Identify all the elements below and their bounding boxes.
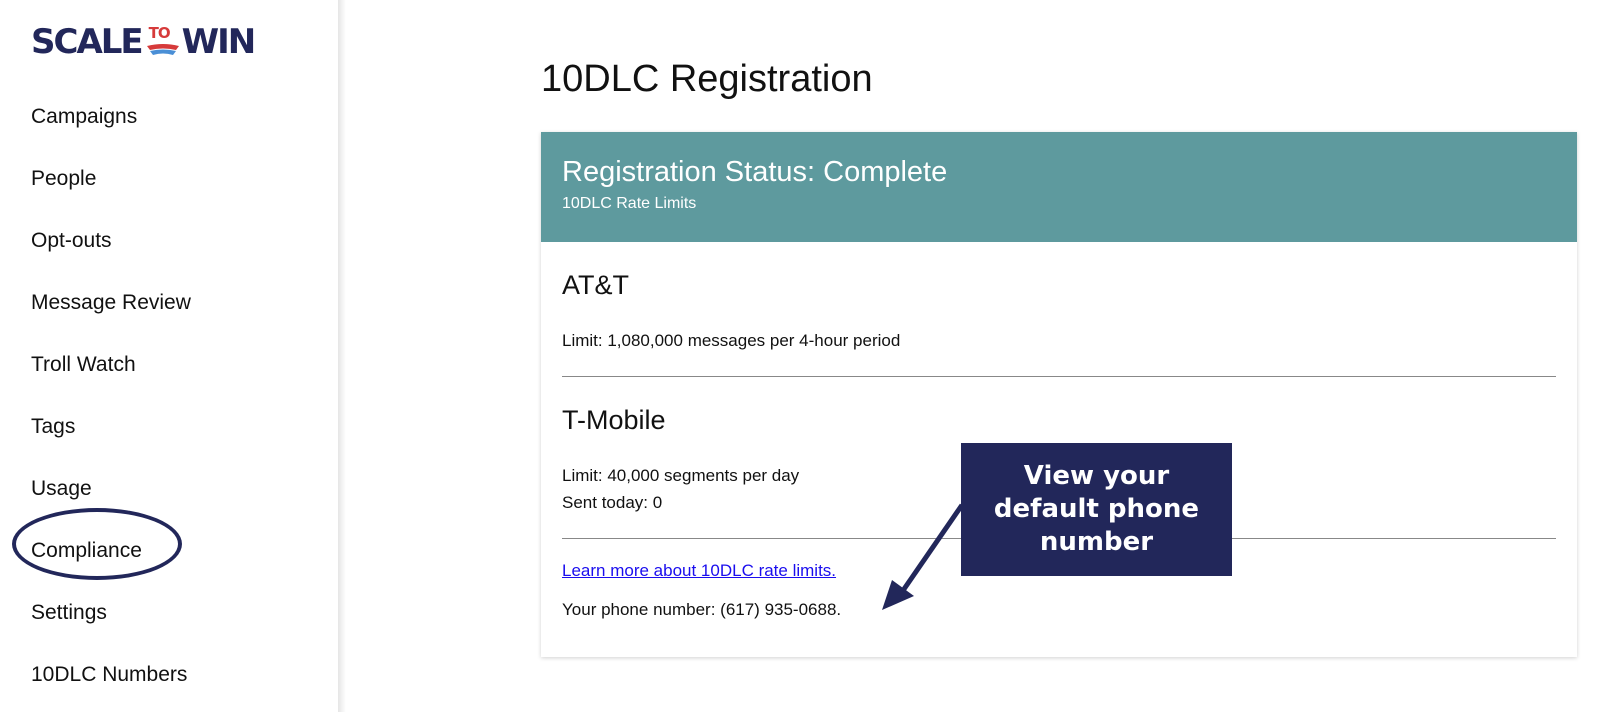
- sidebar: SCALE TO WIN Campaigns People Opt-outs M…: [0, 0, 342, 712]
- sidebar-item-settings[interactable]: Settings: [0, 582, 338, 644]
- logo-to-mark: TO: [146, 22, 180, 62]
- logo-scale-text: SCALE: [31, 22, 144, 62]
- carrier-name-att: AT&T: [562, 270, 629, 300]
- att-limit-text: Limit: 1,080,000 messages per 4-hour per…: [562, 331, 901, 350]
- sidebar-item-usage[interactable]: Usage: [0, 458, 338, 520]
- logo-to-text: TO: [148, 24, 171, 42]
- registration-status-header: Registration Status: Complete 10DLC Rate…: [541, 132, 1577, 242]
- phone-number-text: Your phone number: (617) 935-0688.: [562, 600, 842, 619]
- sidebar-item-troll-watch[interactable]: Troll Watch: [0, 334, 338, 396]
- learn-more-link[interactable]: Learn more about 10DLC rate limits.: [562, 561, 836, 581]
- logo-swoosh-icon: [146, 44, 179, 55]
- callout-arrow-icon: [882, 503, 965, 610]
- sidebar-divider: [338, 0, 346, 712]
- registration-card: Registration Status: Complete 10DLC Rate…: [541, 132, 1577, 657]
- sidebar-item-tags[interactable]: Tags: [0, 396, 338, 458]
- callout-box: View your default phone number: [961, 443, 1232, 576]
- registration-status-title: Registration Status: Complete: [562, 156, 948, 188]
- sidebar-item-compliance[interactable]: Compliance: [0, 520, 338, 582]
- page-title: 10DLC Registration: [541, 58, 873, 100]
- sidebar-item-10dlc-numbers[interactable]: 10DLC Numbers: [0, 644, 338, 706]
- sidebar-item-opt-outs[interactable]: Opt-outs: [0, 210, 338, 272]
- rate-limits-subtitle: 10DLC Rate Limits: [562, 195, 697, 212]
- sidebar-item-campaigns[interactable]: Campaigns: [0, 86, 338, 148]
- sidebar-item-people[interactable]: People: [0, 148, 338, 210]
- carrier-name-tmobile: T-Mobile: [562, 405, 666, 435]
- carrier-att-details: Limit: 1,080,000 messages per 4-hour per…: [562, 327, 1556, 354]
- brand-logo[interactable]: SCALE TO WIN: [31, 20, 257, 64]
- sidebar-item-message-review[interactable]: Message Review: [0, 272, 338, 334]
- logo-win-text: WIN: [181, 22, 257, 62]
- carrier-att-section: AT&T Limit: 1,080,000 messages per 4-hou…: [562, 242, 1556, 354]
- sidebar-nav: Campaigns People Opt-outs Message Review…: [0, 86, 338, 706]
